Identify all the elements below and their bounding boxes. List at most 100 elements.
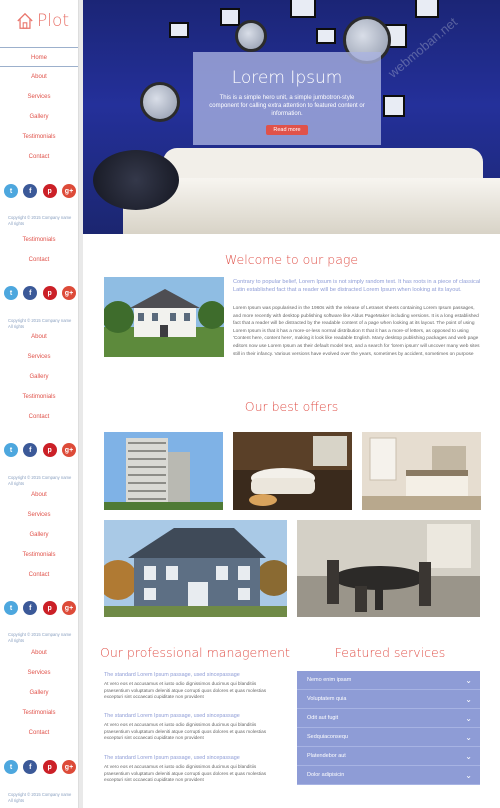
welcome-body-text: Lorem Ipsum was popularised in the 1960s… [233,306,480,357]
nav-item-contact[interactable]: Contact [0,723,78,743]
featured-service-item[interactable]: Odit aut fugit ⌄ [297,709,480,728]
nav-item-testimonials[interactable]: Testimonials [0,230,78,250]
nav-item-gallery[interactable]: Gallery [0,525,78,545]
management-item: The standard Lorem Ipsum passage, used s… [104,672,282,701]
chevron-down-icon[interactable]: ⌄ [465,709,472,728]
google-plus-icon[interactable]: g+ [61,443,76,457]
nav-item-about[interactable]: About [0,67,78,87]
twitter-icon[interactable]: t [4,443,18,457]
chevron-down-icon[interactable]: ⌄ [465,728,472,747]
featured-service-item[interactable]: Sedquiaconsequ ⌄ [297,728,480,747]
nav-item-contact[interactable]: Contact [0,250,78,270]
pinterest-icon[interactable]: p [42,760,57,774]
management-item-link[interactable]: The standard Lorem Ipsum passage, used s… [104,713,282,719]
twitter-icon[interactable]: t [4,184,18,198]
nav-item-contact[interactable]: Contact [0,407,78,427]
nav-item-services[interactable]: Services [0,87,78,107]
pillow [93,150,179,210]
social-links: t f p g+ [4,184,76,198]
nav-item-testimonials[interactable]: Testimonials [0,703,78,723]
sidebar: Plot Home About Services Gallery Testimo… [0,0,78,808]
wall-frame [290,0,316,18]
nav-item-home[interactable]: Home [0,47,78,67]
nav-item-gallery[interactable]: Gallery [0,107,78,127]
featured-service-item[interactable]: Dolor adipisicin ⌄ [297,766,480,785]
management-item: The standard Lorem Ipsum passage, used s… [104,713,282,742]
house-photo [104,277,224,357]
facebook-icon[interactable]: f [23,184,38,198]
management-item: The standard Lorem Ipsum passage, used s… [104,755,282,784]
chevron-down-icon[interactable]: ⌄ [465,671,472,690]
wall-frame [316,28,336,44]
social-links: t f p g+ [4,443,76,457]
nav-item-gallery[interactable]: Gallery [0,367,78,387]
facebook-icon[interactable]: f [23,601,38,615]
nav-item-contact[interactable]: Contact [0,147,78,167]
pinterest-icon[interactable]: p [42,184,57,198]
twitter-icon[interactable]: t [4,760,18,774]
chevron-down-icon[interactable]: ⌄ [465,747,472,766]
copyright-text: Copyright © 2015 Company name All rights [8,792,72,803]
google-plus-icon[interactable]: g+ [61,286,76,300]
nav-menu: Home About Services Gallery Testimonials… [0,47,78,167]
house-photo [104,520,287,617]
chevron-down-icon[interactable]: ⌄ [465,766,472,785]
welcome-lead-text: Contrary to popular belief, Lorem Ipsum … [233,279,481,293]
nav-item-about[interactable]: About [0,643,78,663]
nav-item-contact[interactable]: Contact [0,565,78,585]
facebook-icon[interactable]: f [23,760,38,774]
offer-image-bathroom[interactable] [233,432,352,510]
nav-item-services[interactable]: Services [0,347,78,367]
copyright-text: Copyright © 2015 Company name All rights [8,215,72,226]
nav-item-services[interactable]: Services [0,505,78,525]
wall-frame [220,8,240,26]
round-mirror [140,82,180,122]
nav-item-services[interactable]: Services [0,663,78,683]
google-plus-icon[interactable]: g+ [61,601,76,615]
round-mirror [235,20,267,52]
social-links: t f p g+ [4,286,76,300]
featured-service-label: Nemo enim ipsam [307,677,352,683]
read-more-button[interactable]: Read more [266,125,308,135]
offer-image-house[interactable] [104,520,287,617]
featured-service-item[interactable]: Platendebor aut ⌄ [297,747,480,766]
hero-text: This is a simple hero unit, a simple jum… [209,95,365,117]
offer-image-tower[interactable] [104,432,223,510]
nav-item-testimonials[interactable]: Testimonials [0,387,78,407]
google-plus-icon[interactable]: g+ [61,184,76,198]
nav-menu: About Services Gallery Testimonials Cont… [0,327,78,427]
facebook-icon[interactable]: f [23,286,38,300]
nav-menu: Testimonials Contact [0,230,78,270]
google-plus-icon[interactable]: g+ [61,760,76,774]
featured-service-label: Dolor adipisicin [307,772,345,778]
bathroom-photo [233,432,352,510]
chevron-down-icon[interactable]: ⌄ [465,690,472,709]
offers-title: Our best offers [244,399,339,414]
brand-name: Plot [37,11,70,31]
featured-service-item[interactable]: Nemo enim ipsam ⌄ [297,671,480,690]
pinterest-icon[interactable]: p [42,443,57,457]
twitter-icon[interactable]: t [4,286,18,300]
pinterest-icon[interactable]: p [42,601,57,615]
offer-image-dining-room[interactable] [297,520,480,617]
twitter-icon[interactable]: t [4,601,18,615]
dining-room-photo [297,520,480,617]
facebook-icon[interactable]: f [23,443,38,457]
offer-image-bedroom[interactable] [362,432,481,510]
nav-item-about[interactable]: About [0,485,78,505]
nav-item-testimonials[interactable]: Testimonials [0,127,78,147]
nav-item-testimonials[interactable]: Testimonials [0,545,78,565]
nav-item-gallery[interactable]: Gallery [0,683,78,703]
featured-title: Featured services [334,645,446,660]
featured-service-item[interactable]: Voluptatem quia ⌄ [297,690,480,709]
management-item-link[interactable]: The standard Lorem Ipsum passage, used s… [104,672,282,678]
pinterest-icon[interactable]: p [42,286,57,300]
management-item-link[interactable]: The standard Lorem Ipsum passage, used s… [104,755,282,761]
nav-item-about[interactable]: About [0,327,78,347]
hero-title: Lorem Ipsum [231,68,343,88]
management-title: Our professional management [100,645,290,660]
social-links: t f p g+ [4,601,76,615]
management-item-text: At vero eos et accusamus et iusto odio d… [104,764,267,783]
nav-menu: About Services Gallery Testimonials Cont… [0,643,78,743]
brand-logo[interactable]: Plot [16,10,69,32]
